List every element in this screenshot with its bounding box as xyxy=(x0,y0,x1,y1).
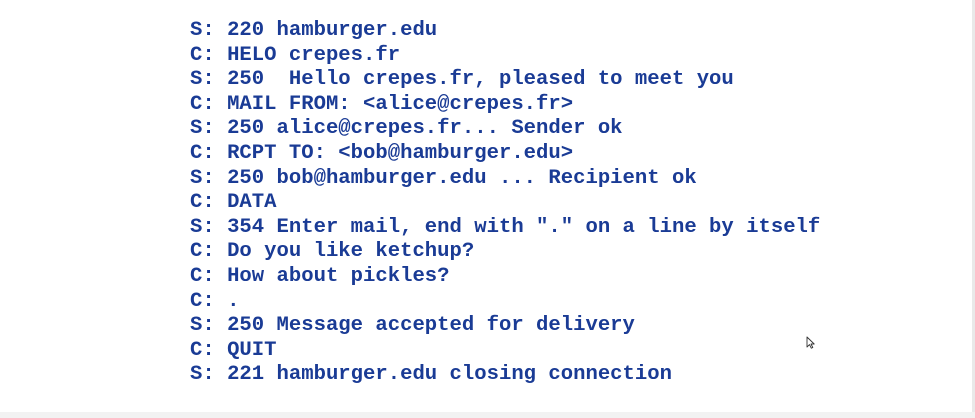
transcript-line-server-closing: S: 221 hamburger.edu closing connection xyxy=(190,363,672,387)
transcript-line-server-accepted: S: 250 Message accepted for delivery xyxy=(190,314,635,338)
transcript-line-server-sender-ok: S: 250 alice@crepes.fr... Sender ok xyxy=(190,117,623,141)
transcript-line-client-message-1: C: Do you like ketchup? xyxy=(190,240,475,264)
transcript-line-server-hello: S: 250 Hello crepes.fr, pleased to meet … xyxy=(190,68,734,92)
transcript-line-client-message-2: C: How about pickles? xyxy=(190,264,450,288)
smtp-transcript: S: 220 hamburger.edu C: HELO crepes.fr S… xyxy=(190,19,820,388)
transcript-line-server-greeting: S: 220 hamburger.edu xyxy=(190,19,438,42)
transcript-line-client-quit: C: QUIT xyxy=(190,338,277,362)
transcript-line-client-helo: C: HELO crepes.fr xyxy=(190,43,401,67)
bottom-band xyxy=(0,412,975,418)
transcript-line-client-rcpt-to: C: RCPT TO: <bob@hamburger.edu> xyxy=(190,141,574,165)
slide-page: { "transcript": { "lines": [ "S: 220 ham… xyxy=(0,0,975,418)
transcript-line-client-mail-from: C: MAIL FROM: <alice@crepes.fr> xyxy=(190,92,574,116)
transcript-line-server-recipient-ok: S: 250 bob@hamburger.edu ... Recipient o… xyxy=(190,166,697,190)
mouse-pointer-icon xyxy=(806,336,815,349)
transcript-line-client-data: C: DATA xyxy=(190,191,277,215)
transcript-line-server-enter-mail: S: 354 Enter mail, end with "." on a lin… xyxy=(190,215,821,239)
transcript-line-client-end-dot: C: . xyxy=(190,289,240,313)
